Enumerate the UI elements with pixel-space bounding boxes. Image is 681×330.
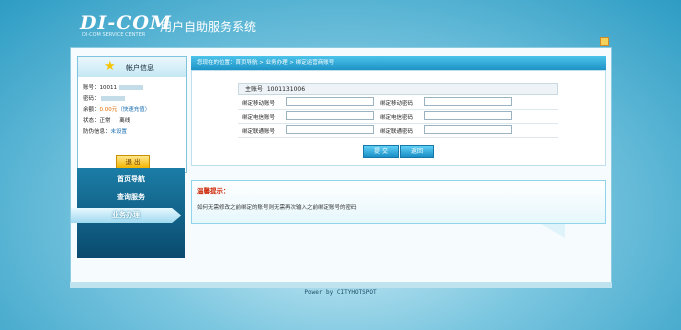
bind-unicom-password-label: 绑定联通密码 [380, 129, 414, 135]
tips-pointer [541, 224, 565, 238]
security-value[interactable]: 未设置 [111, 129, 128, 135]
bind-unicom-account-label: 绑定联通账号 [242, 129, 276, 135]
bind-mobile-row: 绑定移动账号 绑定移动密码 [238, 96, 558, 110]
balance-label: 余额： [83, 107, 100, 113]
bind-telecom-password-input[interactable] [424, 111, 512, 120]
bind-form-table: 绑定移动账号 绑定移动密码 绑定电信账号 绑定电信密码 绑定联通账号 绑定联通密… [238, 96, 558, 138]
account-value: 10011 [99, 85, 118, 91]
password-row: 密码： [83, 94, 126, 102]
bind-account-panel: 主账号 1001131006 绑定移动账号 绑定移动密码 绑定电信账号 绑定电信… [191, 70, 606, 166]
header: DI-COM DI-COM SERVICE CENTER 用户自助服务系统 [0, 0, 681, 46]
footer-bar [70, 282, 612, 288]
exit-button[interactable]: 退 出 [116, 155, 150, 169]
bind-mobile-account-input[interactable] [286, 97, 374, 106]
back-button[interactable]: 返回 [400, 145, 434, 158]
main-account-label: 主账号 [245, 86, 264, 93]
balance-row: 余额：0.00元（快速充值） [83, 105, 150, 113]
account-info-title: 帐户信息 [126, 64, 154, 72]
security-row: 防伪信息：未设置 [83, 127, 127, 135]
balance-value: 0.00元 [99, 107, 118, 113]
tips-title: 温馨提示： [197, 187, 230, 195]
password-label: 密码： [83, 96, 100, 102]
nav-menu: 首页导航 查询服务 业务办理 [71, 168, 185, 258]
submit-button[interactable]: 提 交 [363, 145, 399, 158]
footer: Power by CITYHOTSPOT [304, 289, 377, 296]
nav-item-query[interactable]: 查询服务 [77, 190, 185, 205]
breadcrumb: 您现在的位置：首页导航 > 业务办理 > 绑定运营商账号 [191, 56, 606, 70]
masked-value [101, 96, 126, 101]
bind-telecom-password-label: 绑定电信密码 [380, 115, 414, 121]
bind-unicom-password-input[interactable] [424, 125, 512, 134]
bind-mobile-account-label: 绑定移动账号 [242, 101, 276, 107]
bind-unicom-account-input[interactable] [286, 125, 374, 134]
tips-box: 温馨提示： 如何无需修改之前绑定的账号则无需再次输入之前绑定账号的密码 [191, 180, 606, 224]
logo: DI-COM [80, 12, 172, 34]
main-frame: ★ 帐户信息 账号：10011 密码： 余额：0.00元（快速充值） 状态：正常… [70, 47, 612, 284]
main-account-row: 主账号 1001131006 [238, 83, 558, 95]
flag-icon [600, 37, 609, 46]
masked-value [118, 85, 143, 90]
main-account-value: 1001131006 [266, 86, 306, 93]
bind-telecom-account-label: 绑定电信账号 [242, 115, 276, 121]
status-label: 状态： [83, 118, 100, 124]
bind-mobile-password-input[interactable] [424, 97, 512, 106]
status-row: 状态：正常 离线 [83, 116, 130, 124]
status-value: 正常 [99, 118, 111, 124]
system-title: 用户自助服务系统 [160, 20, 257, 34]
account-label: 账号： [83, 85, 100, 91]
bind-telecom-row: 绑定电信账号 绑定电信密码 [238, 110, 558, 124]
bind-unicom-row: 绑定联通账号 绑定联通密码 [238, 124, 558, 138]
star-icon: ★ [104, 59, 116, 74]
tips-body: 如何无需修改之前绑定的账号则无需再次输入之前绑定账号的密码 [197, 205, 357, 211]
account-info-card: ★ 帐户信息 账号：10011 密码： 余额：0.00元（快速充值） 状态：正常… [77, 56, 187, 173]
recharge-link[interactable]: （快速充值） [117, 107, 150, 113]
online-status: 离线 [119, 118, 131, 124]
bind-telecom-account-input[interactable] [286, 111, 374, 120]
logo-subtitle: DI-COM SERVICE CENTER [82, 32, 146, 38]
account-row: 账号：10011 [83, 83, 143, 91]
nav-item-business[interactable]: 业务办理 [71, 208, 181, 223]
account-info-header: ★ 帐户信息 [78, 57, 186, 77]
bind-mobile-password-label: 绑定移动密码 [380, 101, 414, 107]
security-label: 防伪信息： [83, 129, 111, 135]
nav-item-home[interactable]: 首页导航 [77, 172, 185, 187]
